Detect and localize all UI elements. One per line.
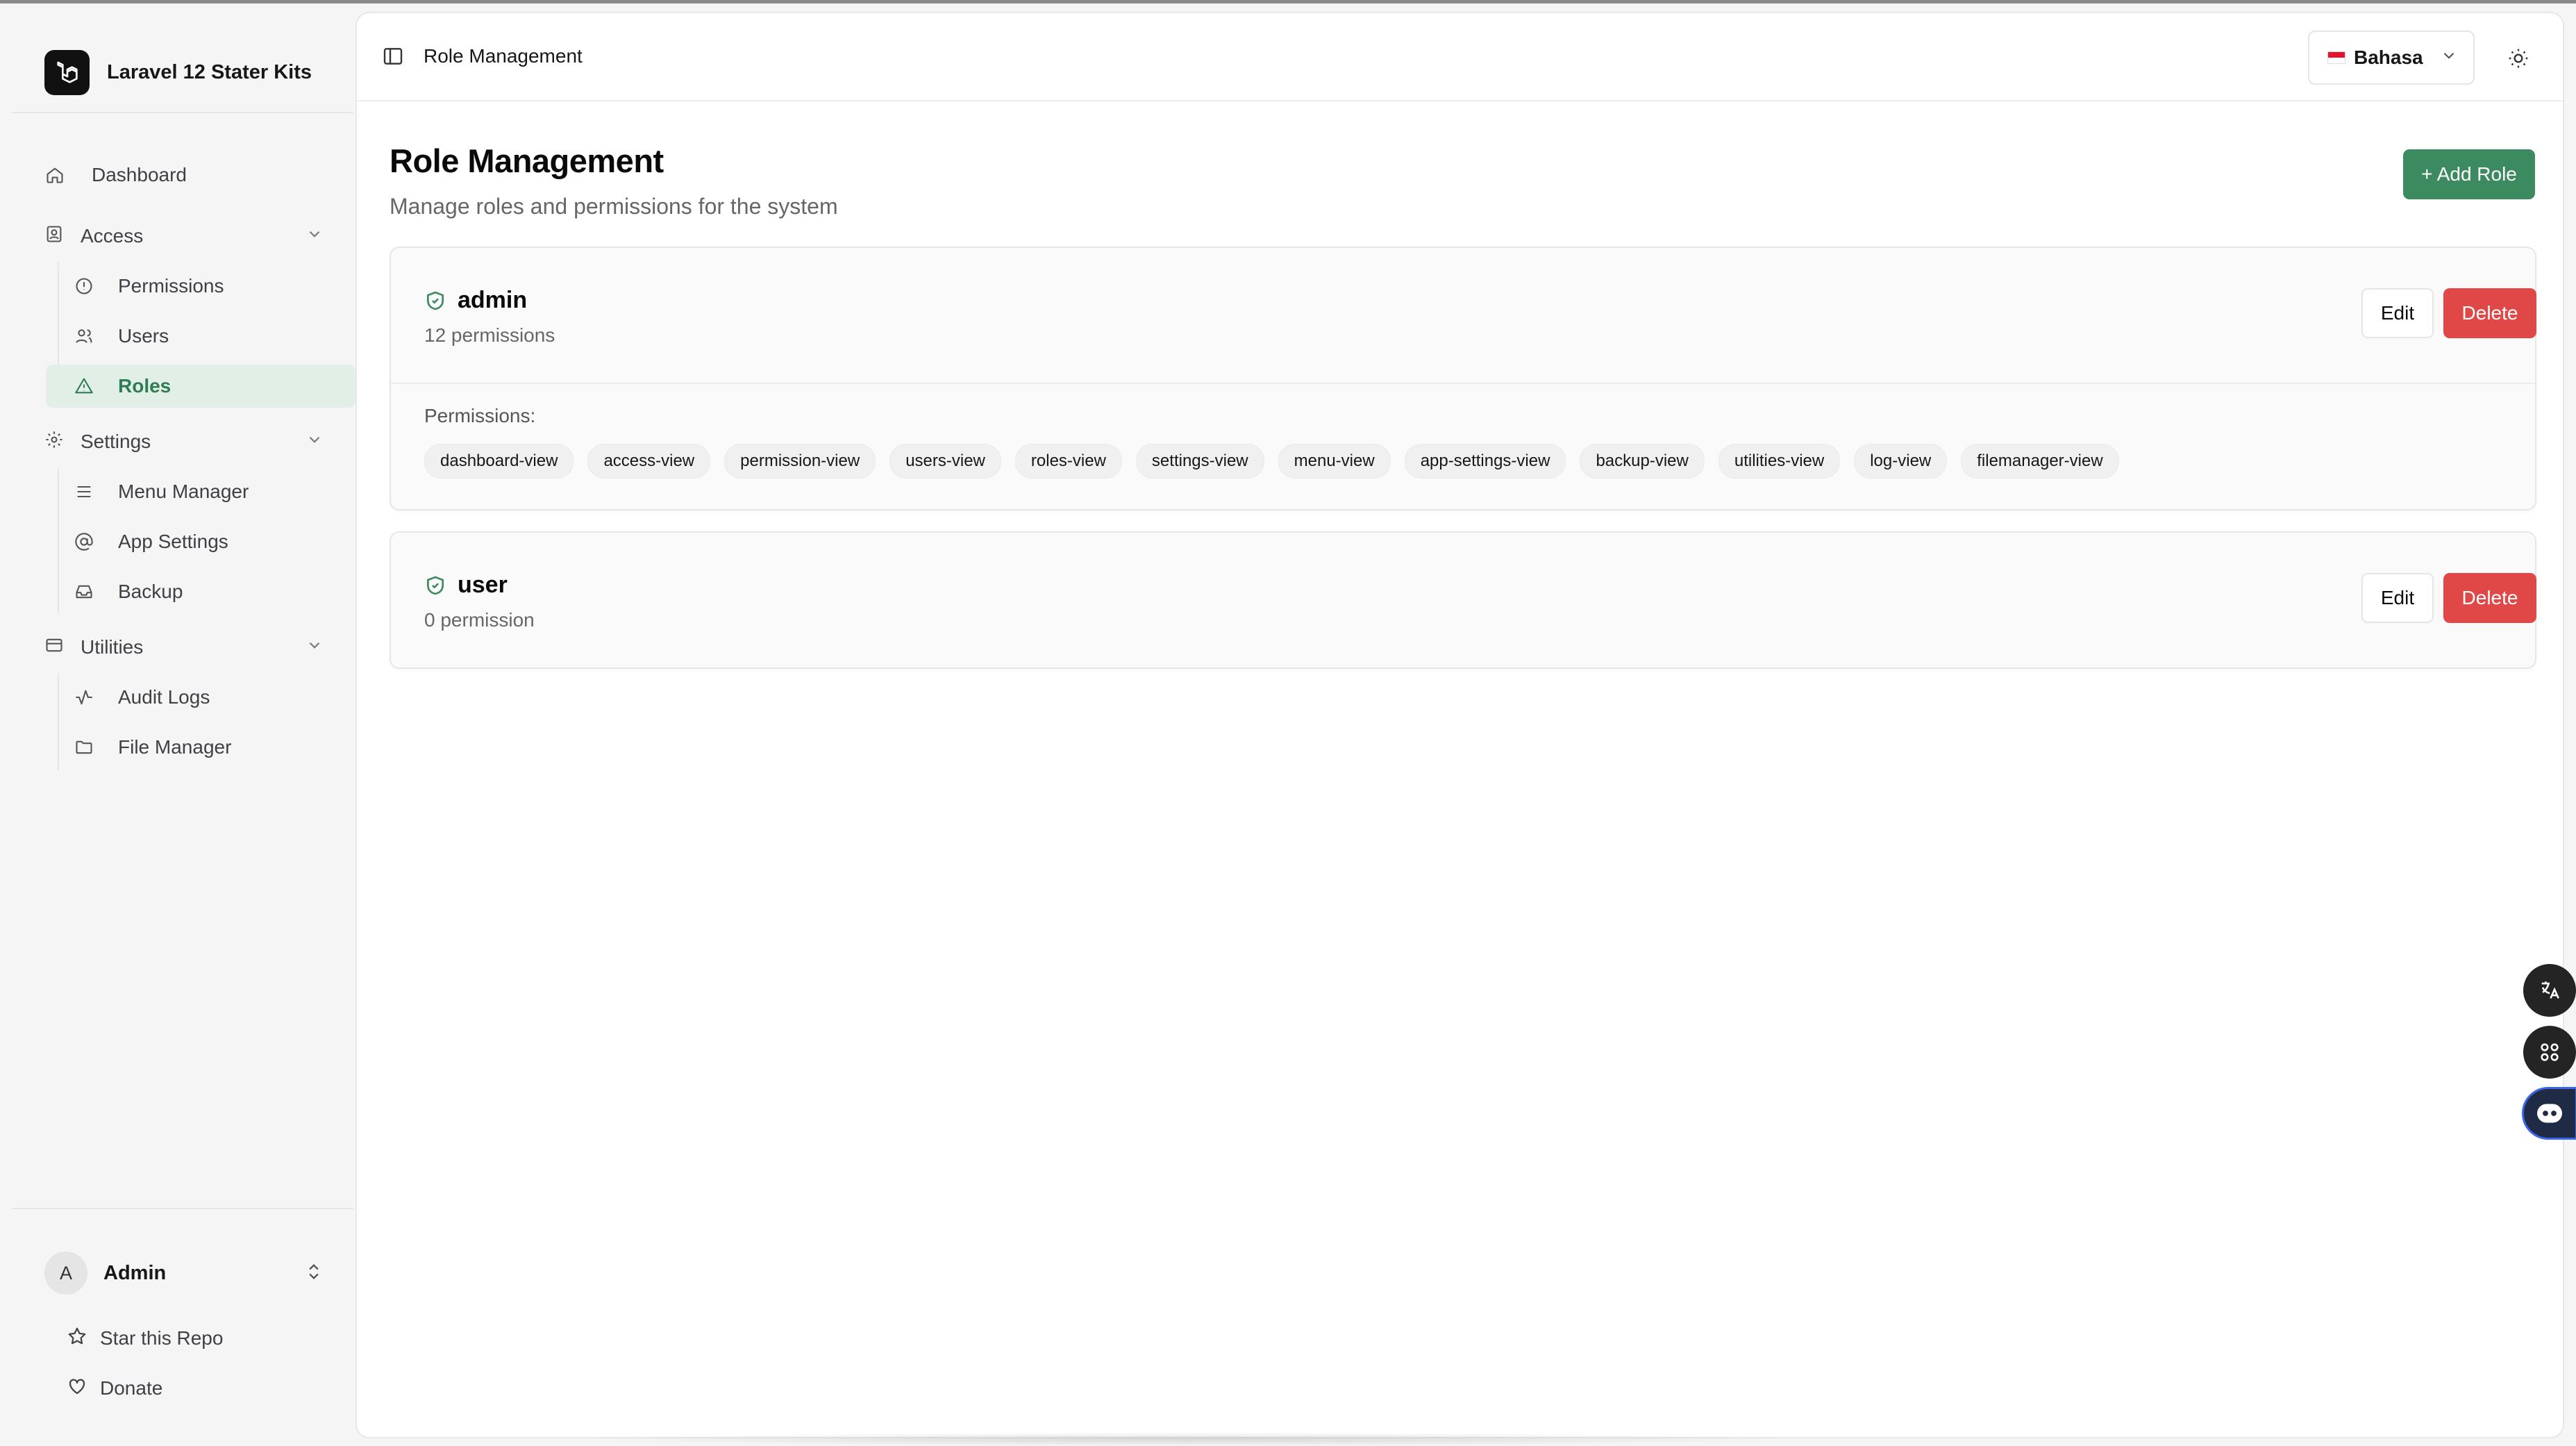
triangle-alert-icon [74,376,94,397]
brand[interactable]: Laravel 12 Stater Kits [44,40,312,106]
sidebar-group-access[interactable]: Access [44,215,324,258]
sidebar-item-dashboard[interactable]: Dashboard [44,153,187,197]
donate-link[interactable]: Donate [67,1371,162,1406]
sidebar-item-label: Permissions [118,275,224,297]
permission-badge: users-view [889,444,1001,479]
permission-count: 12 permissions [424,324,555,346]
permission-badge: backup-view [1580,444,1705,479]
permission-badge: log-view [1854,444,1948,479]
shield-check-icon [424,574,446,597]
command-widget-icon[interactable] [2523,1026,2576,1079]
permission-badge: access-view [587,444,711,479]
role-card: admin 12 permissions Edit Delete Permiss… [390,247,2536,510]
sidebar-item-label: Menu Manager [118,481,249,502]
credit-card-icon [44,635,64,660]
sidebar-item-users[interactable]: Users [46,315,356,358]
sidebar-item-label: Backup [118,581,183,602]
permissions-label: Permissions: [424,405,536,426]
page-subtitle: Manage roles and permissions for the sys… [390,194,838,219]
sidebar-item-label: Roles [118,375,172,397]
theme-toggle-sun-icon[interactable] [2506,46,2531,71]
permission-badge: utilities-view [1718,444,1841,479]
role-name: user [458,572,508,598]
gear-icon [44,430,64,454]
chevron-down-icon [306,225,324,248]
permission-badge: app-settings-view [1404,444,1566,479]
sidebar-item-label: App Settings [118,531,228,552]
shield-check-icon [424,290,446,312]
inbox-icon [74,581,94,602]
breadcrumb: Role Management [424,45,583,67]
home-icon [44,165,65,185]
sidebar-item-app-settings[interactable]: App Settings [46,520,356,563]
permission-badge: roles-view [1014,444,1122,479]
language-label: Bahasa [2354,47,2423,68]
divider [12,112,353,113]
edit-button[interactable]: Edit [2361,288,2434,338]
sidebar-item-label: Audit Logs [118,686,210,708]
bottom-shadow [569,1432,1805,1446]
footer-link-label: Star this Repo [100,1327,224,1349]
sidebar-group-utilities[interactable]: Utilities [44,626,324,669]
delete-button[interactable]: Delete [2443,573,2536,623]
indonesia-flag-icon [2327,51,2345,64]
permission-badge: permission-view [724,444,876,479]
role-card: user 0 permission Edit Delete [390,531,2536,669]
heart-icon [67,1376,87,1402]
footer-link-label: Donate [100,1377,163,1399]
sidebar-item-roles[interactable]: Roles [46,365,356,408]
laravel-logo-icon [44,50,90,95]
star-repo-link[interactable]: Star this Repo [67,1321,223,1356]
window-top-edge [0,0,2576,3]
permission-count: 0 permission [424,609,535,631]
page-title: Role Management [390,142,664,179]
divider [12,1208,353,1209]
sidebar-item-audit-logs[interactable]: Audit Logs [46,676,356,719]
sidebar-item-menu-manager[interactable]: Menu Manager [46,470,356,513]
language-select[interactable]: Bahasa [2308,31,2475,85]
sidebar-item-permissions[interactable]: Permissions [46,265,356,308]
star-icon [67,1326,87,1352]
user-name: Admin [103,1261,167,1284]
sidebar-group-label: Settings [81,431,151,452]
permission-badge: filemanager-view [1961,444,2119,479]
sidebar-group-settings[interactable]: Settings [44,420,324,463]
sidebar-item-file-manager[interactable]: File Manager [46,726,356,769]
sidebar-item-label: File Manager [118,736,232,758]
assistant-bot-icon[interactable] [2522,1087,2576,1140]
user-menu[interactable]: A Admin [44,1248,324,1298]
folder-icon [74,737,94,758]
at-sign-icon [74,531,94,552]
permission-badge: dashboard-view [424,444,574,479]
chevrons-up-down-icon [304,1262,324,1285]
sidebar-group-label: Access [81,225,144,247]
role-name: admin [458,287,528,313]
menu-icon [74,481,94,502]
sidebar: Laravel 12 Stater Kits Dashboard Access … [12,12,356,1446]
add-role-button[interactable]: + Add Role [2403,149,2535,199]
contact-icon [44,224,64,249]
permission-badge: menu-view [1278,444,1391,479]
app-name: Laravel 12 Stater Kits [107,61,312,83]
sidebar-item-label: Users [118,325,169,347]
users-icon [74,326,94,347]
avatar: A [44,1252,87,1295]
chevron-down-icon [306,431,324,454]
permission-badge: settings-view [1135,444,1264,479]
sidebar-group-label: Utilities [81,636,144,658]
edit-button[interactable]: Edit [2361,573,2434,623]
alert-circle-icon [74,276,94,297]
chevron-down-icon [306,636,324,659]
translate-widget-icon[interactable] [2523,964,2576,1017]
header-divider [357,100,2563,101]
permission-list: dashboard-view access-view permission-vi… [424,444,2119,479]
activity-icon [74,687,94,708]
sidebar-item-label: Dashboard [92,164,187,185]
delete-button[interactable]: Delete [2443,288,2536,338]
sidebar-item-backup[interactable]: Backup [46,570,356,613]
sidebar-toggle-icon[interactable] [382,45,404,67]
chevron-down-icon [2440,47,2458,69]
main-panel: Role Management Bahasa Role Management M… [356,12,2564,1438]
